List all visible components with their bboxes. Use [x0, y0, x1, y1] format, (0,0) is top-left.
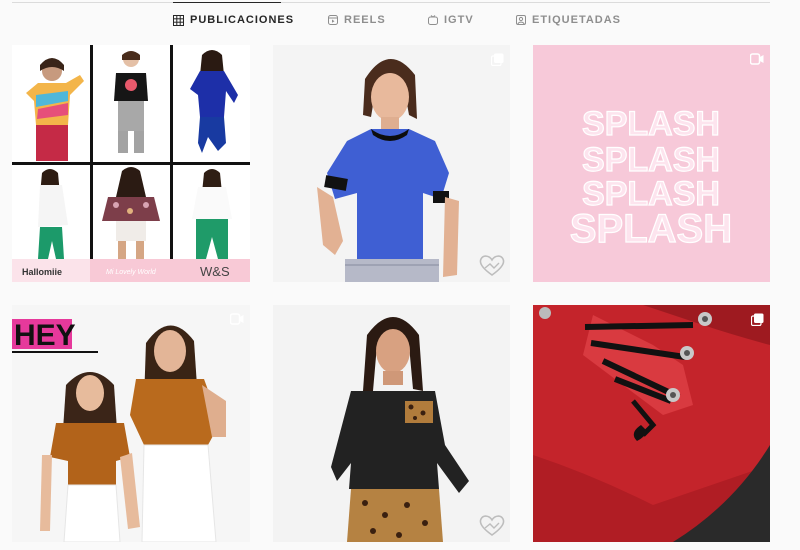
video-icon	[750, 53, 764, 65]
post-image-black-top	[273, 305, 510, 542]
heart-logo-icon	[479, 255, 505, 276]
tab-igtv[interactable]: IGTV	[428, 14, 474, 26]
splash-text: SPLASH	[582, 105, 720, 143]
post-tile[interactable]	[273, 305, 510, 542]
post-image-blue-top	[273, 45, 510, 282]
post-image-hey: HEY	[12, 305, 250, 542]
hey-headline: HEY	[14, 319, 76, 352]
splash-text: SPLASH	[570, 207, 732, 251]
tab-label: IGTV	[444, 14, 474, 26]
post-image-splash: SPLASH SPLASH SPLASH SPLASH	[533, 45, 770, 282]
splash-text: SPLASH	[582, 141, 720, 179]
tab-publicaciones[interactable]: PUBLICACIONES	[173, 14, 294, 26]
profile-tabs: PUBLICACIONES REELS IGTV ETIQUETADAS	[0, 14, 800, 34]
tag-icon	[516, 15, 526, 25]
brand-ws: W&S	[200, 264, 230, 279]
heart-logo-icon	[479, 515, 505, 536]
tab-reels[interactable]: REELS	[328, 14, 386, 26]
post-tile[interactable]: HEY	[12, 305, 250, 542]
brand-mi-lovely-world: Mi Lovely World	[106, 269, 157, 276]
carousel-icon	[751, 313, 764, 326]
tab-etiquetadas[interactable]: ETIQUETADAS	[516, 14, 621, 26]
tab-label: ETIQUETADAS	[532, 14, 622, 26]
post-image-red-boot	[533, 305, 770, 542]
post-image-collage: Hallomiie Mi Lovely World W&S	[12, 45, 250, 282]
grid-icon	[173, 14, 184, 26]
brand-hallomiie: Hallomiie	[22, 267, 62, 277]
tabs-divider	[12, 2, 770, 3]
post-tile[interactable]: SPLASH SPLASH SPLASH SPLASH	[533, 45, 770, 282]
post-tile[interactable]: Hallomiie Mi Lovely World W&S	[12, 45, 250, 282]
video-icon	[230, 313, 244, 325]
reels-icon	[328, 15, 338, 25]
post-tile[interactable]	[273, 45, 510, 282]
tab-label: REELS	[344, 14, 386, 26]
active-tab-indicator	[173, 2, 281, 3]
post-tile[interactable]	[533, 305, 770, 542]
video-icon	[230, 53, 244, 65]
tab-label: PUBLICACIONES	[190, 14, 295, 26]
igtv-icon	[428, 15, 438, 25]
carousel-icon	[491, 53, 504, 66]
